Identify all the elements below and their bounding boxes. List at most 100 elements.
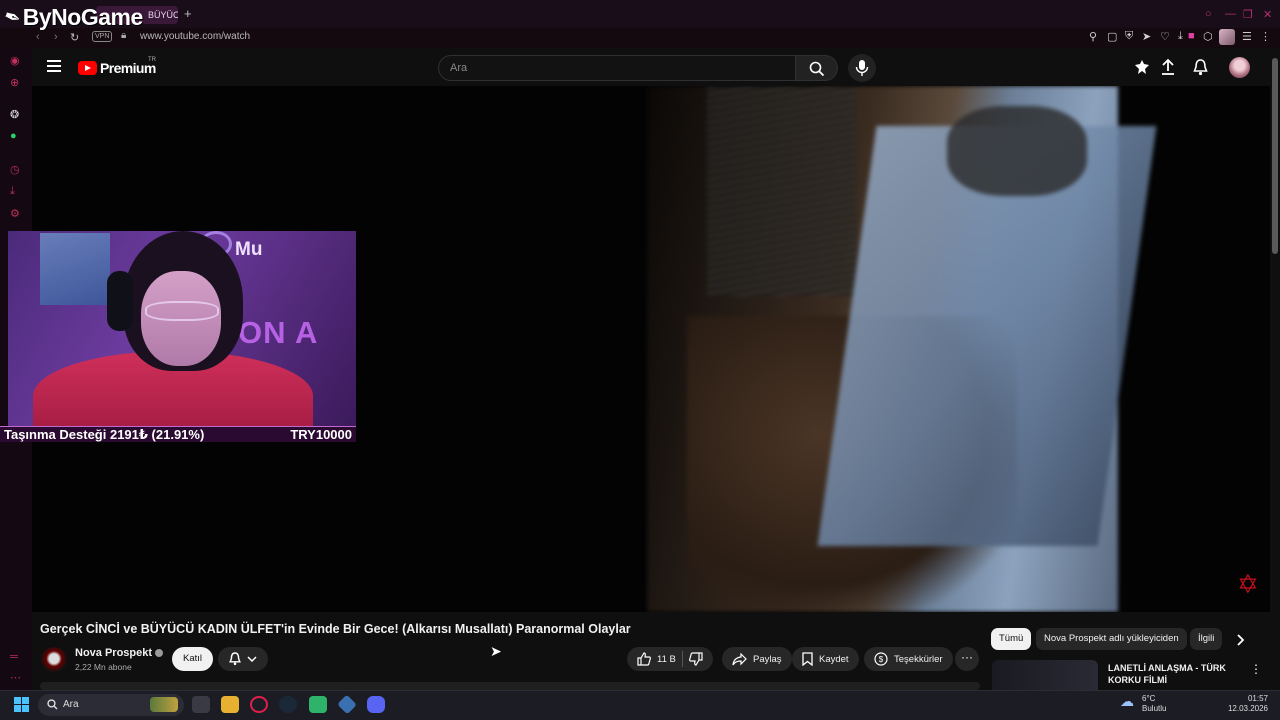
whatsapp-icon[interactable]: ● <box>10 130 17 142</box>
screen: ✒ ByNoGame BÜYÜCÜ + ○ — ❐ ✕ ‹ › ↻ VPN 🔒︎… <box>0 0 1280 720</box>
url-text[interactable]: www.youtube.com/watch <box>140 31 250 42</box>
gx-icon[interactable]: ◉ <box>10 54 20 67</box>
file-explorer-icon[interactable] <box>221 696 239 713</box>
task-view-icon[interactable] <box>192 696 210 713</box>
download-icon[interactable]: ⤓ <box>1178 30 1183 43</box>
chatgpt-icon[interactable]: ❂ <box>10 108 19 121</box>
dislike-icon[interactable] <box>688 652 703 666</box>
forward-icon[interactable]: › <box>54 31 58 43</box>
profile-avatar[interactable] <box>1219 29 1235 45</box>
heart-icon[interactable]: ♡ <box>1160 30 1170 43</box>
verified-icon <box>155 649 164 658</box>
upload-icon[interactable] <box>1161 59 1175 75</box>
channel-avatar[interactable] <box>41 647 67 673</box>
like-icon[interactable] <box>637 652 651 666</box>
channel-name[interactable]: Nova Prospekt <box>75 647 164 659</box>
clock-time: 01:57 <box>1247 694 1268 703</box>
like-count[interactable]: 11 B <box>657 654 676 665</box>
chip-uploader[interactable]: Nova Prospekt adlı yükleyiciden <box>1036 628 1187 650</box>
video-frame <box>647 86 1157 612</box>
quill-icon: ✒ <box>0 4 24 31</box>
mic-icon <box>855 60 869 76</box>
opera-gx-icon[interactable] <box>250 696 268 713</box>
create-icon[interactable] <box>1134 59 1150 75</box>
search-input[interactable]: Ara <box>438 55 796 81</box>
maximize-icon[interactable]: ❐ <box>1243 8 1253 21</box>
thanks-button[interactable]: $ Teşekkürler <box>864 647 953 671</box>
share-button[interactable]: Paylaş <box>722 647 792 671</box>
donation-goal-label: Taşınma Desteği 2191₺ (21.91%) <box>4 427 205 442</box>
recommendation-thumbnail[interactable] <box>992 660 1098 692</box>
chip-related[interactable]: İlgili <box>1190 628 1223 650</box>
streamer-webcam: Mu ON A <box>8 231 356 427</box>
bell-icon[interactable] <box>1193 59 1208 76</box>
vpn-badge[interactable]: VPN <box>92 31 113 42</box>
youtube-play-icon <box>78 61 97 75</box>
list-icon[interactable]: ☰ <box>1242 30 1252 43</box>
wall-poster <box>40 233 110 305</box>
chevron-down-icon <box>247 656 257 662</box>
bynogame-logo: ✒ ByNoGame <box>0 3 144 31</box>
join-button[interactable]: Katıl <box>172 647 213 671</box>
chip-all[interactable]: Tümü <box>991 628 1032 650</box>
settings-icon[interactable]: ⚙ <box>10 207 20 220</box>
search-tabs-icon[interactable]: ○ <box>1205 8 1212 20</box>
streamer <box>33 231 313 427</box>
save-icon <box>802 652 813 666</box>
steam-icon[interactable] <box>279 696 297 713</box>
donation-goal-bar: Taşınma Desteği 2191₺ (21.91%) TRY10000 <box>0 426 356 442</box>
bell-icon <box>229 652 241 666</box>
back-icon[interactable]: ‹ <box>36 31 40 43</box>
voice-search-button[interactable] <box>848 54 876 82</box>
sidebar-options-icon[interactable]: ⋯ <box>10 671 21 684</box>
downloads-icon[interactable]: ⤓ <box>10 185 15 198</box>
pin-icon[interactable]: ⚲ <box>1089 30 1097 43</box>
hamburger-icon[interactable] <box>47 60 61 72</box>
app-icon[interactable] <box>309 696 327 713</box>
start-button[interactable] <box>14 697 29 712</box>
sidebar-more-icon[interactable]: ═ <box>10 651 18 663</box>
more-actions-button[interactable]: ··· <box>955 647 979 671</box>
search-highlight-icon <box>150 697 178 712</box>
reload-icon[interactable]: ↻ <box>70 31 79 44</box>
thanks-icon: $ <box>874 652 888 666</box>
minimize-icon[interactable]: — <box>1225 8 1236 20</box>
search-icon <box>47 699 58 710</box>
menu-icon[interactable]: ⋮ <box>1260 30 1271 43</box>
chevron-right-icon[interactable] <box>1237 634 1245 646</box>
save-button[interactable]: Kaydet <box>792 647 859 671</box>
search-icon <box>809 61 825 77</box>
weather-widget[interactable]: ☁ 6°C Bulutlu <box>1120 694 1166 714</box>
search-button[interactable] <box>796 55 838 81</box>
new-tab-button[interactable]: + <box>184 6 192 21</box>
snapshot-icon[interactable]: ▢ <box>1107 30 1117 43</box>
extensions-icon[interactable]: ⬡ <box>1203 30 1213 43</box>
donation-goal-target: TRY10000 <box>290 427 352 442</box>
pentagram-watermark-icon: ✡ <box>1237 569 1259 599</box>
controller-icon[interactable]: ⊕ <box>10 76 19 89</box>
svg-text:$: $ <box>879 655 884 664</box>
video-title: Gerçek CİNCİ ve BÜYÜCÜ KADIN ÜLFET'in Ev… <box>40 622 631 636</box>
browser-tab-bar <box>0 0 1280 28</box>
youtube-premium-logo[interactable]: Premium <box>78 60 156 76</box>
region-code: TR <box>148 57 156 63</box>
scrollbar-thumb[interactable] <box>1272 58 1278 254</box>
description-box[interactable] <box>40 682 980 690</box>
recommendation-title[interactable]: LANETLİ ANLAŞMA - TÜRK KORKU FİLMİ <box>1108 662 1238 686</box>
system-clock[interactable]: 01:57 12.03.2026 <box>1226 694 1268 714</box>
shield-icon[interactable]: ⛨ <box>1125 30 1133 43</box>
temperature: 6°C <box>1142 694 1156 703</box>
recommendation-menu-button[interactable]: ⋮ <box>1250 662 1262 676</box>
share-icon <box>732 652 747 665</box>
taskbar-search[interactable]: Ara <box>38 694 184 716</box>
clock-date: 12.03.2026 <box>1227 704 1268 713</box>
extension-badge-icon[interactable]: ■ <box>1188 30 1195 42</box>
like-dislike-group: 11 B <box>627 647 713 671</box>
subscriber-count: 2,22 Mn abone <box>75 662 132 672</box>
history-icon[interactable]: ◷ <box>10 163 20 176</box>
send-icon[interactable]: ➤ <box>1142 30 1151 43</box>
account-avatar[interactable] <box>1229 57 1250 78</box>
close-icon[interactable]: ✕ <box>1263 8 1272 21</box>
subscription-bell-button[interactable] <box>218 647 268 671</box>
discord-icon[interactable] <box>367 696 385 713</box>
